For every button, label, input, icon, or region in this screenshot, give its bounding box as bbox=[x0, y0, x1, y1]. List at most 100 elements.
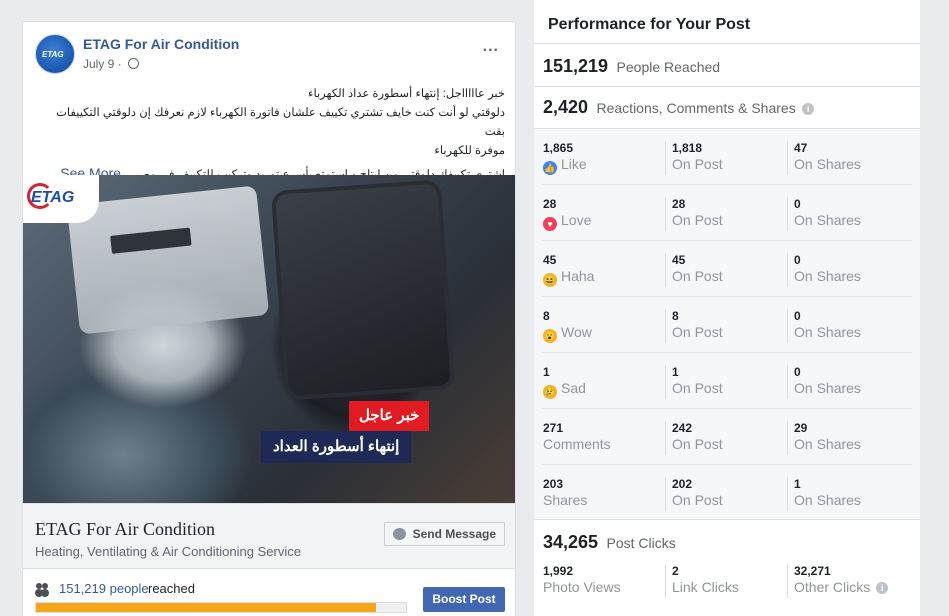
stat-value: 0 bbox=[794, 309, 801, 323]
divider bbox=[534, 86, 920, 87]
engagement-breakdown: 1,865 👍 Like 1,818 On Post 47 On Shares 28 ♥ Love… bbox=[534, 128, 920, 520]
stat-label: Shares bbox=[543, 492, 663, 509]
stat-label-text: On Shares bbox=[794, 324, 861, 340]
stat-cell: 0 On Shares bbox=[787, 253, 907, 287]
info-icon[interactable]: i bbox=[876, 582, 889, 594]
stat-value: 0 bbox=[794, 197, 801, 211]
photo-views-cell: 1,992 Photo Views bbox=[543, 564, 663, 598]
stat-cell: 1,818 On Post bbox=[665, 141, 785, 175]
performance-panel: Performance for Your Post 151,219 People… bbox=[534, 0, 920, 616]
globe-icon bbox=[128, 58, 140, 69]
reach-count-link[interactable]: 151,219 people bbox=[59, 581, 149, 596]
sad-icon: 😢 bbox=[543, 385, 557, 399]
stat-label: On Post bbox=[672, 380, 785, 397]
stat-label-text: On Shares bbox=[794, 212, 861, 228]
engagement-label: Reactions, Comments & Shares bbox=[596, 100, 796, 116]
stat-row: 1 😢 Sad 1 On Post 0 On Shares bbox=[534, 353, 920, 409]
page-avatar[interactable]: ETAG bbox=[35, 34, 75, 74]
cta-page-category: Heating, Ventilating & Air Conditioning … bbox=[35, 544, 301, 559]
stat-label-text: Like bbox=[561, 156, 587, 172]
wow-icon: 😮 bbox=[543, 329, 557, 343]
other-clicks-value: 32,271 bbox=[794, 564, 831, 578]
post-text-line: دلوقتي لو أنت كنت خايف تشتري تكييف علشان… bbox=[56, 107, 505, 138]
stat-label-text: Sad bbox=[561, 380, 586, 396]
people-reached-row: 151,219 People Reached bbox=[543, 56, 720, 80]
boost-post-button[interactable]: Boost Post bbox=[423, 587, 505, 612]
stat-label: On Post bbox=[672, 156, 785, 173]
stat-label-text: Comments bbox=[543, 436, 611, 452]
post-image[interactable]: ETAG خبر عاجل إنتهاء أسطورة العداد bbox=[23, 175, 515, 503]
headline-badge: إنتهاء أسطورة العداد bbox=[261, 431, 412, 463]
stat-value: 45 bbox=[672, 253, 686, 267]
stat-label-text: Wow bbox=[561, 324, 592, 340]
stat-label-text: On Post bbox=[672, 156, 723, 172]
stat-label: 👍 Like bbox=[543, 156, 663, 175]
stat-label: On Shares bbox=[794, 268, 907, 285]
stat-value: 1 bbox=[543, 365, 550, 379]
photo-views-value: 1,992 bbox=[543, 564, 574, 578]
stat-cell: 202 On Post bbox=[665, 477, 785, 511]
stat-label-text: On Post bbox=[672, 212, 723, 228]
stat-cell: 29 On Shares bbox=[787, 421, 907, 455]
meter-illustration-dark bbox=[270, 179, 456, 401]
stat-label: 😆 Haha bbox=[543, 268, 663, 287]
messenger-icon bbox=[392, 528, 406, 540]
stat-row: 203 Shares 202 On Post 1 On Shares bbox=[534, 465, 920, 521]
avatar-logo-text: ETAG bbox=[42, 50, 64, 59]
stat-cell: 1 😢 Sad bbox=[543, 365, 663, 399]
stat-label-text: On Post bbox=[672, 324, 723, 340]
stat-cell: 271 Comments bbox=[543, 421, 663, 455]
haha-icon: 😆 bbox=[543, 273, 557, 287]
stat-label-text: On Post bbox=[672, 380, 723, 396]
love-icon: ♥ bbox=[543, 217, 557, 231]
post-date[interactable]: July 9 · bbox=[83, 57, 140, 71]
reach-label: reached bbox=[148, 581, 195, 596]
stat-row: 45 😆 Haha 45 On Post 0 On Shares bbox=[534, 241, 920, 297]
stat-label-text: Shares bbox=[543, 492, 588, 508]
stat-cell: 242 On Post bbox=[665, 421, 785, 455]
stat-value: 203 bbox=[543, 477, 564, 491]
like-icon: 👍 bbox=[543, 161, 557, 175]
stat-cell: 0 On Shares bbox=[787, 365, 907, 399]
stat-label: On Shares bbox=[794, 380, 907, 397]
stat-value: 1,865 bbox=[543, 141, 574, 155]
stat-label-text: Love bbox=[561, 212, 592, 228]
stat-label: On Shares bbox=[794, 156, 907, 173]
stat-label: ♥ Love bbox=[543, 212, 663, 231]
stat-cell: 1 On Post bbox=[665, 365, 785, 399]
info-icon[interactable]: i bbox=[802, 103, 815, 115]
engagement-value: 2,420 bbox=[543, 97, 589, 117]
link-clicks-label: Link Clicks bbox=[672, 579, 739, 595]
stat-label: On Post bbox=[672, 212, 785, 229]
cta-page-title[interactable]: ETAG For Air Condition bbox=[35, 519, 215, 540]
stat-value: 1 bbox=[794, 477, 801, 491]
engagement-row: 2,420 Reactions, Comments & Shares i bbox=[543, 97, 815, 121]
stat-label-text: On Post bbox=[672, 492, 723, 508]
page-name-link[interactable]: ETAG For Air Condition bbox=[83, 36, 239, 52]
stat-value: 8 bbox=[672, 309, 679, 323]
stat-label: On Shares bbox=[794, 324, 907, 341]
stat-cell: 1,865 👍 Like bbox=[543, 141, 663, 175]
stat-label: On Shares bbox=[794, 492, 907, 509]
stat-label-text: On Shares bbox=[794, 436, 861, 452]
post-date-text[interactable]: July 9 · bbox=[83, 57, 122, 71]
divider bbox=[534, 43, 920, 44]
stat-cell: 45 On Post bbox=[665, 253, 785, 287]
stat-row: 1,865 👍 Like 1,818 On Post 47 On Shares bbox=[534, 129, 920, 185]
stat-cell: 0 On Shares bbox=[787, 309, 907, 343]
stat-label: On Post bbox=[672, 492, 785, 509]
stat-cell: 47 On Shares bbox=[787, 141, 907, 175]
stat-label-text: On Shares bbox=[794, 380, 861, 396]
page-cta-bar: ETAG For Air Condition Heating, Ventilat… bbox=[23, 503, 515, 569]
stat-value: 271 bbox=[543, 421, 564, 435]
more-options-icon[interactable]: ... bbox=[483, 38, 499, 56]
stat-label: On Shares bbox=[794, 436, 907, 453]
stat-row: 8 😮 Wow 8 On Post 0 On Shares bbox=[534, 297, 920, 353]
stat-label: Comments bbox=[543, 436, 663, 453]
stat-value: 0 bbox=[794, 253, 801, 267]
post-text-line: خبر عاااااجل: إنتهاء أسطورة عداد الكهربا… bbox=[308, 88, 505, 100]
stat-label-text: On Shares bbox=[794, 492, 861, 508]
stat-value: 8 bbox=[543, 309, 550, 323]
send-message-button[interactable]: Send Message bbox=[383, 522, 505, 546]
stat-label-text: On Post bbox=[672, 268, 723, 284]
